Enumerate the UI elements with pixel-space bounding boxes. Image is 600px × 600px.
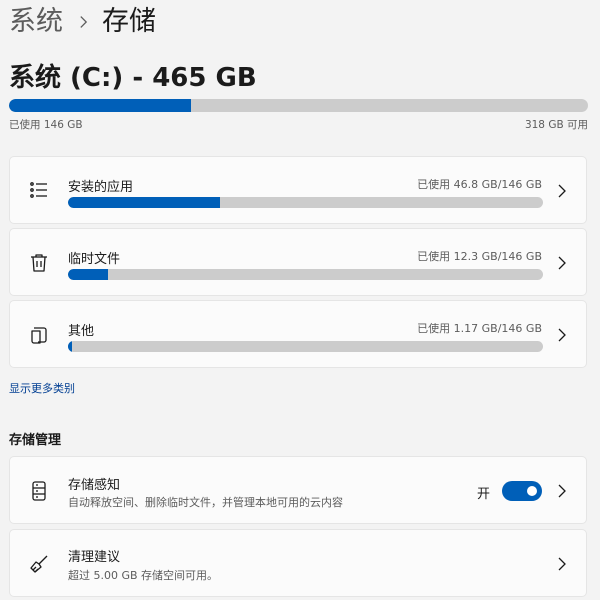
storage-drive-icon [27, 479, 51, 503]
breadcrumb: 系统 存储 [9, 2, 156, 42]
drive-free-label: 318 GB 可用 [524, 119, 588, 131]
broom-icon [27, 552, 51, 576]
category-card-other[interactable]: 其他 已使用 1.17 GB/146 GB [9, 300, 587, 368]
storage-sense-subtitle: 自动释放空间、删除临时文件，并管理本地可用的云内容 [68, 496, 343, 509]
category-label: 临时文件 [68, 252, 121, 267]
document-other-icon [27, 323, 51, 347]
chevron-right-icon [556, 184, 568, 198]
cleanup-subtitle: 超过 5.00 GB 存储空间可用。 [68, 569, 219, 582]
cleanup-recommendations-card[interactable]: 清理建议 超过 5.00 GB 存储空间可用。 [9, 529, 587, 597]
chevron-right-icon [556, 328, 568, 342]
chevron-right-icon [556, 484, 568, 498]
storage-sense-title: 存储感知 [68, 478, 121, 493]
category-usage-bar [68, 269, 543, 280]
category-usage: 已使用 12.3 GB/146 GB [417, 250, 542, 263]
category-card-apps[interactable]: 安装的应用 已使用 46.8 GB/146 GB [9, 156, 587, 224]
category-usage: 已使用 1.17 GB/146 GB [417, 322, 542, 335]
chevron-right-icon [556, 256, 568, 270]
category-usage-bar [68, 197, 543, 208]
drive-usage-bar-fill [9, 99, 191, 112]
show-more-categories-link[interactable]: 显示更多类别 [9, 380, 75, 396]
drive-usage-bar [9, 99, 588, 112]
category-usage-bar-fill [68, 197, 220, 208]
drive-title: 系统 (C:) - 465 GB [9, 63, 257, 93]
storage-sense-toggle-label: 开 [476, 487, 490, 502]
category-label: 其他 [68, 324, 95, 339]
toggle-knob [527, 486, 537, 496]
apps-list-icon [27, 178, 51, 202]
storage-management-heading: 存储管理 [9, 433, 62, 448]
chevron-right-icon [79, 15, 88, 29]
trash-icon [27, 251, 51, 275]
storage-settings-page: 系统 存储 系统 (C:) - 465 GB 已使用 146 GB 318 GB… [0, 0, 600, 600]
drive-used-label: 已使用 146 GB [9, 119, 83, 131]
storage-sense-toggle[interactable] [502, 481, 542, 501]
category-usage: 已使用 46.8 GB/146 GB [417, 178, 542, 191]
chevron-right-icon [556, 557, 568, 571]
category-usage-bar [68, 341, 543, 352]
breadcrumb-storage: 存储 [102, 6, 156, 37]
category-card-temp-files[interactable]: 临时文件 已使用 12.3 GB/146 GB [9, 228, 587, 296]
cleanup-title: 清理建议 [68, 550, 121, 565]
breadcrumb-system[interactable]: 系统 [9, 2, 63, 42]
category-label: 安装的应用 [68, 180, 134, 195]
category-usage-bar-fill [68, 341, 72, 352]
storage-sense-card[interactable]: 存储感知 自动释放空间、删除临时文件，并管理本地可用的云内容 开 [9, 456, 587, 524]
category-usage-bar-fill [68, 269, 108, 280]
